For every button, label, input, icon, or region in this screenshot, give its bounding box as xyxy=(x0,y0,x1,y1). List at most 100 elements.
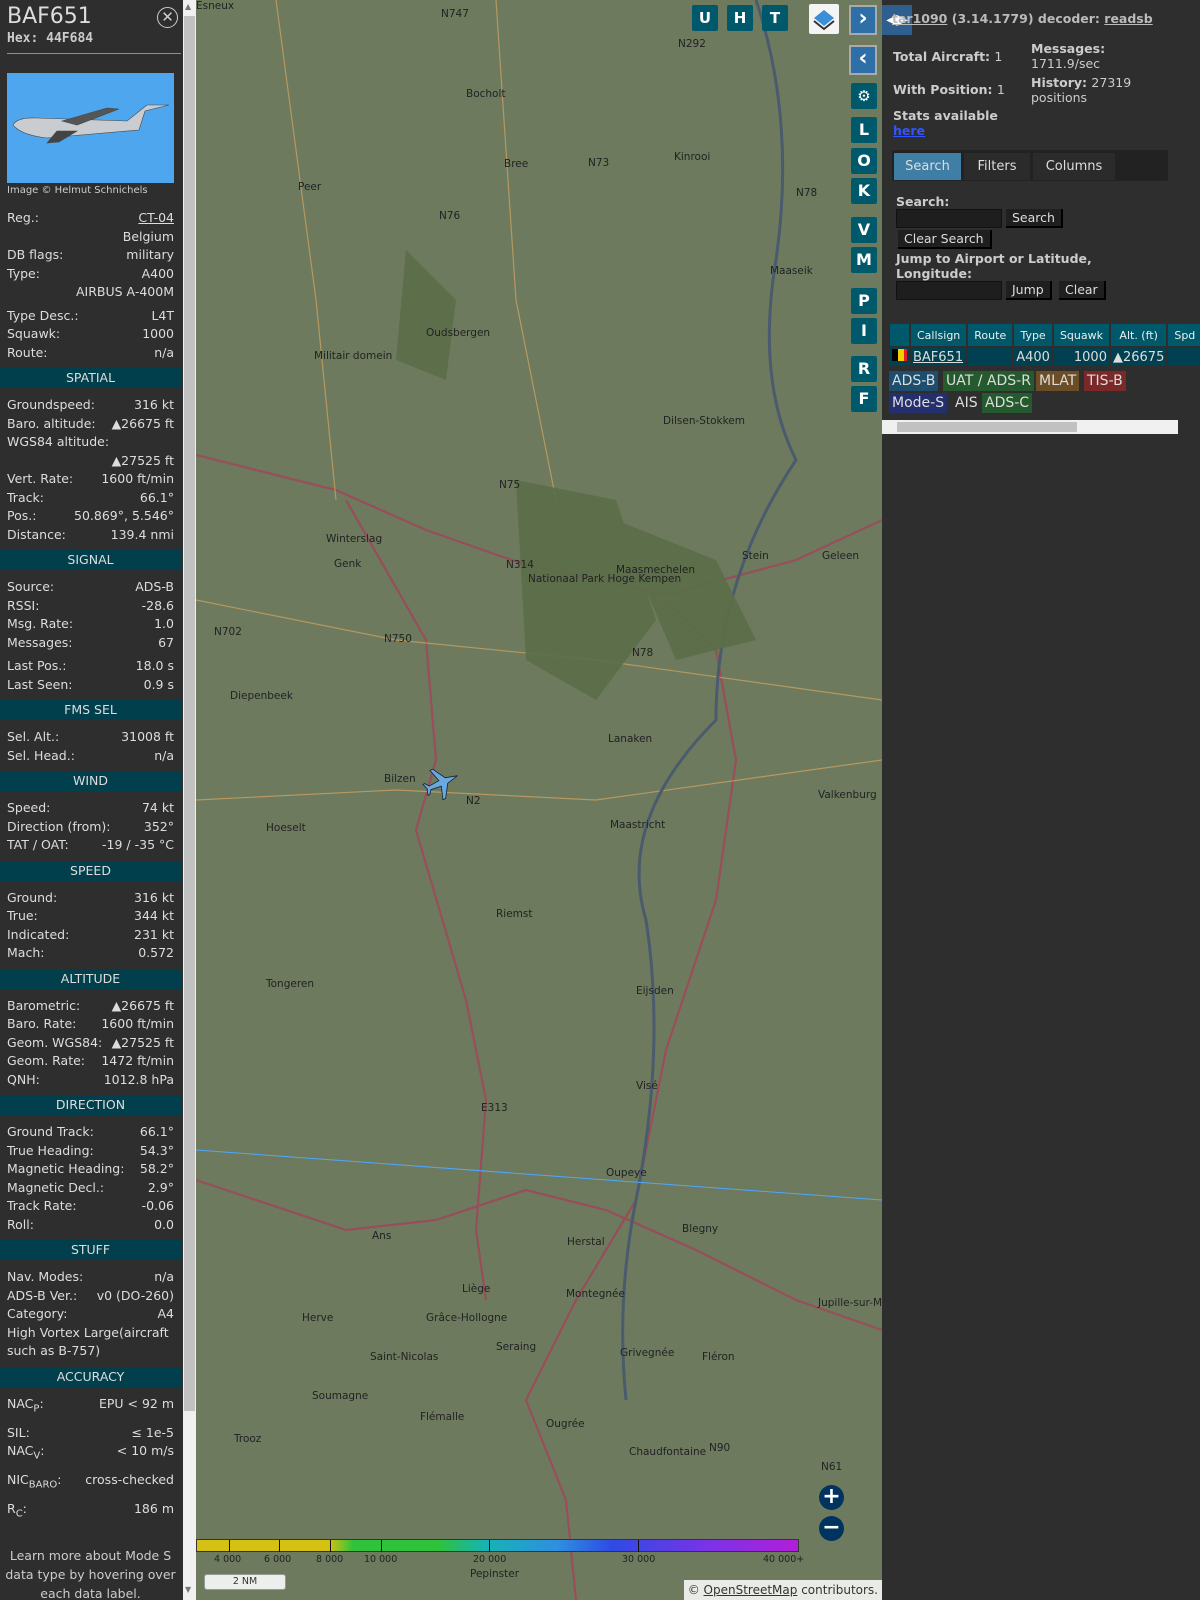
column-header-callsign[interactable]: Callsign xyxy=(911,324,967,346)
scroll-down-icon[interactable]: ▼ xyxy=(185,1585,191,1594)
map-place-label: Bocholt xyxy=(466,88,506,100)
detail-value: 54.3° xyxy=(139,1142,174,1158)
column-header-alt-ft-[interactable]: Alt. (ft) xyxy=(1110,324,1167,346)
close-icon[interactable]: ✕ xyxy=(157,7,178,28)
divider xyxy=(7,53,181,54)
left-panel-scrollbar[interactable]: ▲ ▼ xyxy=(183,0,196,1600)
scroll-up-icon[interactable]: ▲ xyxy=(185,2,191,11)
column-header-spd[interactable]: Spd xyxy=(1168,324,1200,346)
source-legend-badge: ADS-B xyxy=(889,371,939,391)
map-place-label: Herstal xyxy=(567,1236,605,1248)
jump-button[interactable]: Jump xyxy=(1006,281,1052,300)
map-button-u[interactable]: U xyxy=(692,5,718,31)
detail-row: Magnetic Decl.: 2.9° xyxy=(0,1179,181,1198)
callsign-cell[interactable]: BAF651 xyxy=(913,350,963,365)
column-header-flag[interactable] xyxy=(890,324,909,346)
app-header: tar1090 (3.14.1779) decoder: readsb xyxy=(892,11,1153,26)
map-place-label: Visé xyxy=(636,1080,658,1092)
map-button-o[interactable]: O xyxy=(851,148,877,174)
tab-filters[interactable]: Filters xyxy=(964,153,1030,180)
collapse-left-icon[interactable]: ‹ xyxy=(849,45,877,75)
scrollbar-thumb[interactable] xyxy=(897,422,1077,432)
map-button-i[interactable]: I xyxy=(851,318,877,344)
detail-row: NACV: < 10 m/s xyxy=(0,1442,181,1466)
detail-label: Ground: xyxy=(7,889,58,905)
detail-value[interactable]: CT-04 xyxy=(138,209,174,228)
map-place-label: N76 xyxy=(439,210,461,222)
detail-value: 316 kt xyxy=(134,889,174,905)
detail-row: Direction (from): 352° xyxy=(0,818,181,837)
detail-row: Route: n/a xyxy=(0,344,181,363)
detail-label: Barometric: xyxy=(7,997,81,1013)
app-name-link[interactable]: tar1090 xyxy=(892,11,947,26)
column-header-type[interactable]: Type xyxy=(1014,324,1052,346)
detail-value: 1012.8 hPa xyxy=(103,1071,174,1087)
map-place-label: N2 xyxy=(466,795,481,807)
settings-gear-icon[interactable]: ⚙ xyxy=(851,83,877,109)
aircraft-photo[interactable] xyxy=(7,73,174,183)
table-horizontal-scrollbar[interactable] xyxy=(882,420,1178,434)
map-place-label: Valkenburg xyxy=(818,789,877,801)
detail-label: Vert. Rate: xyxy=(7,471,74,486)
map-place-label: Bree xyxy=(504,158,529,170)
map-place-label: Pepinster xyxy=(470,1568,520,1580)
map-button-l[interactable]: L xyxy=(851,117,877,143)
map-place-label: Oudsbergen xyxy=(426,327,491,339)
search-input[interactable] xyxy=(896,209,1002,228)
detail-row: Last Seen: 0.9 s xyxy=(0,676,181,695)
map-button-k[interactable]: K xyxy=(851,178,877,204)
hex-label: Hex: xyxy=(7,31,39,46)
source-legend-badge: MLAT xyxy=(1036,371,1080,391)
tab-search[interactable]: Search xyxy=(894,153,961,180)
tab-columns[interactable]: Columns xyxy=(1033,153,1115,180)
map-button-m[interactable]: M xyxy=(851,247,877,273)
layers-icon[interactable] xyxy=(809,4,839,34)
expand-right-icon[interactable]: › xyxy=(849,5,877,35)
osm-link[interactable]: OpenStreetMap xyxy=(704,1583,798,1597)
map-place-label: N90 xyxy=(709,1442,731,1454)
jump-input[interactable] xyxy=(896,281,1002,300)
column-header-squawk[interactable]: Squawk xyxy=(1053,324,1109,346)
detail-label: Messages: xyxy=(7,634,73,650)
map-button-r[interactable]: R xyxy=(851,356,877,382)
history-label: History: xyxy=(1031,75,1088,90)
version: (3.14.1779) xyxy=(951,11,1034,26)
detail-label: Direction (from): xyxy=(7,818,111,834)
scrollbar-thumb[interactable] xyxy=(184,16,195,1411)
map-button-f[interactable]: F xyxy=(851,386,877,412)
detail-label: Track: xyxy=(7,489,44,505)
map-place-label: Herve xyxy=(302,1312,334,1324)
column-header-route[interactable]: Route xyxy=(968,324,1013,346)
detail-value: 352° xyxy=(143,818,174,834)
stats-link[interactable]: here xyxy=(893,123,925,138)
detail-label: Distance: xyxy=(7,526,66,542)
map-button-t[interactable]: T xyxy=(762,5,788,31)
detail-label: Magnetic Decl.: xyxy=(7,1179,105,1195)
zoom-out-button[interactable]: − xyxy=(819,1516,844,1541)
detail-row: Baro. altitude: ▲26675 ft xyxy=(0,415,181,434)
clear-search-button[interactable]: Clear Search xyxy=(898,230,992,249)
detail-value: 231 kt xyxy=(134,926,174,942)
detail-label: Type: xyxy=(7,265,40,281)
detail-label: Baro. altitude: xyxy=(7,415,96,431)
copyright: © xyxy=(687,1583,700,1597)
search-button[interactable]: Search xyxy=(1006,209,1063,228)
map-button-v[interactable]: V xyxy=(851,217,877,243)
legend-tick: 8 000 xyxy=(316,1554,344,1565)
decoder-link[interactable]: readsb xyxy=(1104,11,1152,26)
clear-button[interactable]: Clear xyxy=(1059,281,1106,300)
zoom-in-button[interactable]: + xyxy=(819,1485,844,1510)
map-button-h[interactable]: H xyxy=(727,5,753,31)
detail-value: cross-checked xyxy=(85,1472,174,1487)
detail-row: Mach: 0.572 xyxy=(0,944,181,963)
aircraft-detail-panel: BAF651 Hex: 44F684 ✕ Image © Helmut Schn… xyxy=(0,0,181,1600)
label-text: NAC xyxy=(7,1395,34,1411)
table-row[interactable]: BAF651 A400 1000 ▲26675 xyxy=(890,348,1200,366)
map[interactable]: N747 N292 Bocholt Bree N73 Kinrooi Peer N76 N78 M… xyxy=(196,0,882,1600)
legend-tick: 40 000+ xyxy=(763,1554,805,1565)
detail-row: Type Desc.: L4T xyxy=(0,307,181,326)
detail-row: Nav. Modes: n/a xyxy=(0,1268,181,1287)
help-text: Learn more about Mode S data type by hov… xyxy=(5,1548,176,1600)
detail-label: Sel. Head.: xyxy=(7,747,75,763)
map-button-p[interactable]: P xyxy=(851,288,877,314)
